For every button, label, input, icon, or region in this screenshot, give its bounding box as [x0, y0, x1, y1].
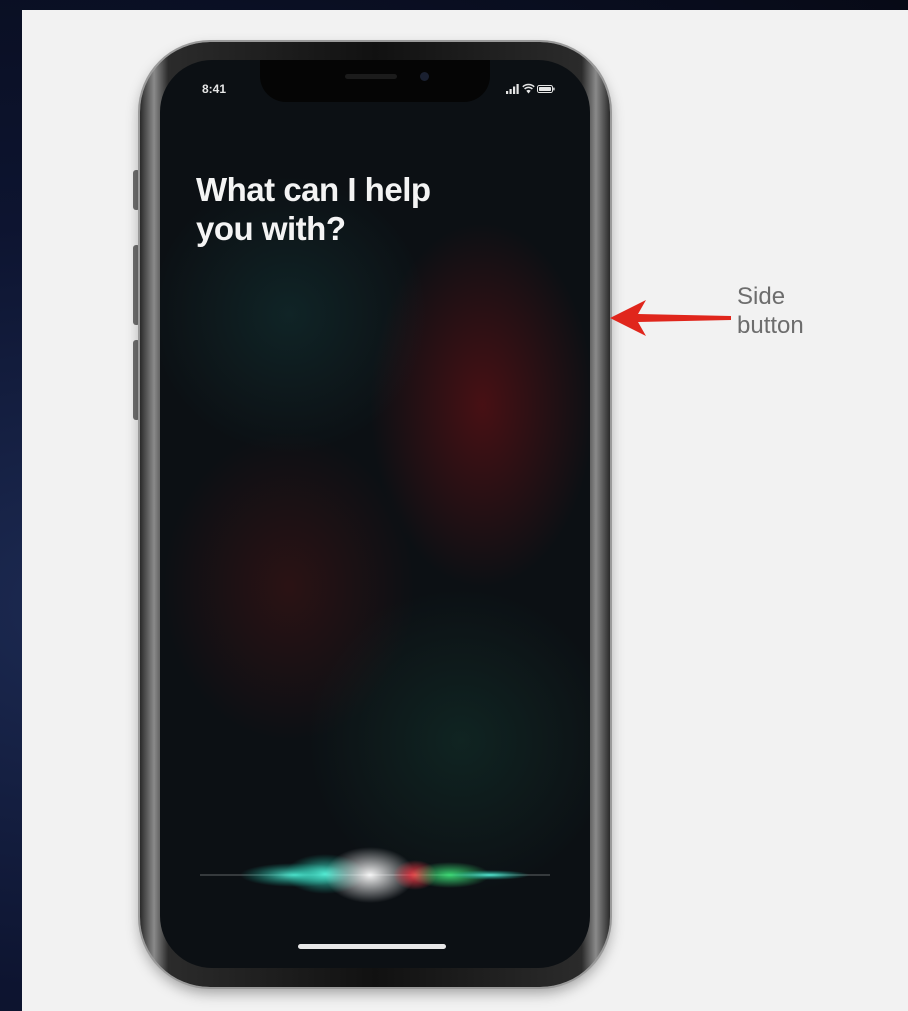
arrow-left-icon: [610, 300, 731, 336]
home-indicator: [298, 944, 446, 949]
status-time: 8:41: [202, 82, 227, 96]
battery-icon: [537, 85, 555, 93]
side-button-label-line-2: button: [737, 312, 804, 339]
side-button-label-line-1: Side: [737, 283, 786, 310]
siri-wave-icon: [200, 847, 550, 903]
front-camera: [420, 72, 429, 81]
earpiece-speaker: [345, 74, 397, 79]
signal-icon: [506, 84, 519, 94]
siri-screen: 8:41 What can I help you with?: [160, 60, 590, 968]
notch: [260, 60, 490, 102]
mute-switch: [133, 170, 140, 210]
siri-prompt-line-1: What can I help: [196, 171, 431, 208]
siri-prompt-line-2: you with?: [196, 210, 346, 247]
side-button-label: Side button: [737, 282, 857, 340]
siri-prompt: What can I help you with?: [196, 170, 516, 248]
status-icons: [506, 82, 555, 96]
volume-up-button: [133, 245, 140, 325]
volume-down-button: [133, 340, 140, 420]
wifi-icon: [522, 83, 535, 94]
